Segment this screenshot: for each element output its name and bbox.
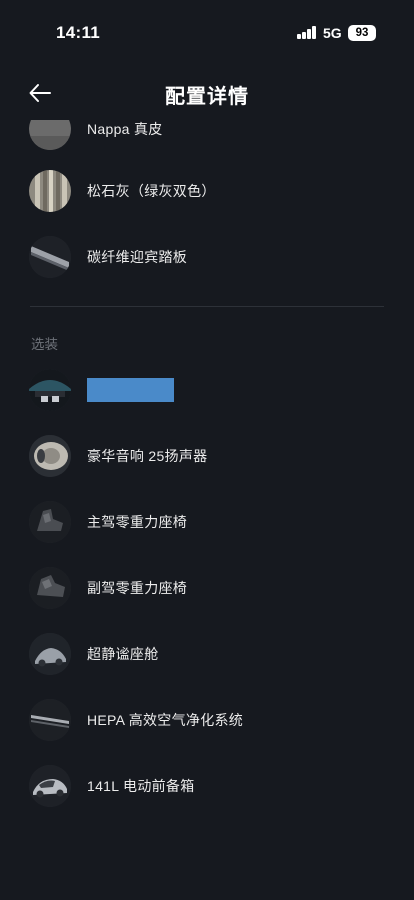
- list-item-redacted-option[interactable]: [0, 363, 414, 417]
- status-bar: 14:11 5G 93: [0, 0, 414, 66]
- page-title: 配置详情: [165, 86, 249, 108]
- item-label: 豪华音响 25扬声器: [87, 448, 208, 464]
- item-label: 松石灰（绿灰双色）: [87, 183, 216, 199]
- redacted-label: [87, 378, 174, 402]
- list-item-front-trunk[interactable]: 141L 电动前备箱: [0, 759, 414, 813]
- item-label: 主驾零重力座椅: [87, 514, 188, 530]
- item-label: HEPA 高效空气净化系统: [87, 712, 244, 728]
- status-time: 14:11: [56, 23, 101, 42]
- list-item-quiet-cabin[interactable]: 超静谧座舱: [0, 627, 414, 681]
- list-item-door-sill[interactable]: 碳纤维迎宾踏板: [0, 230, 414, 284]
- item-label: 141L 电动前备箱: [87, 778, 195, 794]
- driver-seat-icon: [29, 501, 71, 543]
- door-sill-plate-icon: [29, 236, 71, 278]
- list-item-air-filter[interactable]: HEPA 高效空气净化系统: [0, 693, 414, 747]
- signal-icon: [297, 26, 317, 39]
- section-divider: [30, 306, 384, 307]
- list-item-leather[interactable]: Nappa 真皮: [0, 120, 414, 156]
- roof-option-icon: [29, 369, 71, 411]
- item-label: Nappa 真皮: [87, 121, 163, 137]
- list-item-speaker[interactable]: 豪华音响 25扬声器: [0, 429, 414, 483]
- section-label-optional: 选装: [31, 337, 58, 352]
- item-label: 副驾零重力座椅: [87, 580, 188, 596]
- config-list[interactable]: Nappa 真皮 松石灰（绿灰双色） 碳纤维迎宾踏板 选装 豪华音响 25扬声器…: [0, 120, 414, 900]
- passenger-seat-icon: [29, 567, 71, 609]
- network-type: 5G: [323, 25, 342, 41]
- quiet-cabin-icon: [29, 633, 71, 675]
- front-trunk-icon: [29, 765, 71, 807]
- list-item-interior-color[interactable]: 松石灰（绿灰双色）: [0, 164, 414, 218]
- leather-swatch-icon: [29, 120, 71, 150]
- item-label: 碳纤维迎宾踏板: [87, 249, 188, 265]
- interior-color-swatch-icon: [29, 170, 71, 212]
- air-filter-icon: [29, 699, 71, 741]
- list-item-driver-seat[interactable]: 主驾零重力座椅: [0, 495, 414, 549]
- nav-header: 配置详情: [0, 66, 414, 120]
- item-label: 超静谧座舱: [87, 646, 159, 662]
- speaker-icon: [29, 435, 71, 477]
- list-item-passenger-seat[interactable]: 副驾零重力座椅: [0, 561, 414, 615]
- battery-icon: 93: [348, 25, 376, 41]
